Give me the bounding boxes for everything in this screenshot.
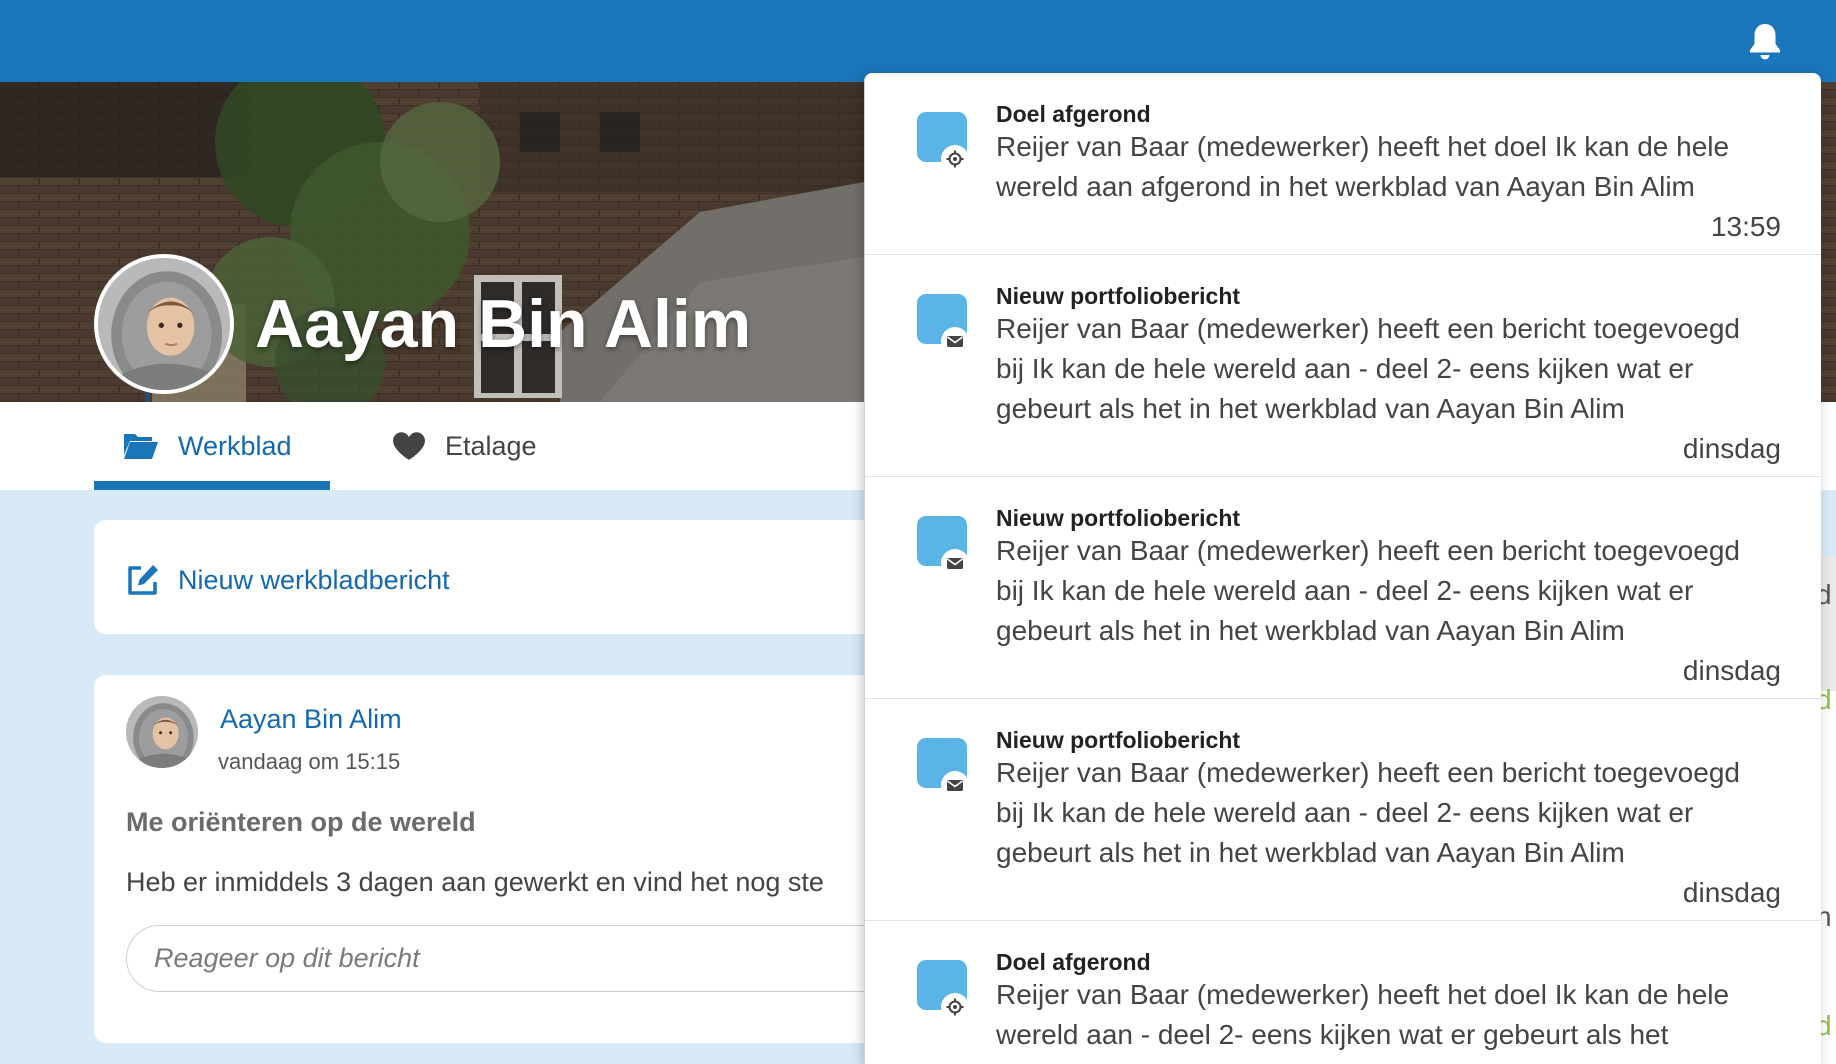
notification-time: dinsdag <box>1682 433 1781 464</box>
post-author-link[interactable]: Aayan Bin Alim <box>220 703 402 735</box>
notification-time: dinsdag <box>1682 877 1781 908</box>
notification-body: Reijer van Baar (medewerker) heeft een b… <box>996 535 1740 646</box>
active-tab-indicator <box>94 481 330 490</box>
notifications-panel: Doel afgerond Reijer van Baar (medewerke… <box>864 73 1821 1064</box>
heart-icon <box>393 432 425 460</box>
notification-title: Doel afgerond <box>996 949 1151 975</box>
tab-label: Etalage <box>445 430 537 461</box>
post-timestamp: vandaag om 15:15 <box>218 749 401 774</box>
notification-time: dinsdag <box>1682 655 1781 686</box>
notification-title: Doel afgerond <box>996 101 1151 127</box>
new-post-label: Nieuw werkbladbericht <box>178 565 450 595</box>
notification-badge <box>941 145 969 173</box>
notification-body: Reijer van Baar (medewerker) heeft een b… <box>996 313 1740 424</box>
notification-icon <box>917 516 969 577</box>
tab-label: Werkblad <box>178 430 292 461</box>
top-bar <box>0 0 1836 82</box>
envelope-icon <box>947 558 963 569</box>
target-icon <box>946 998 964 1016</box>
notification-item[interactable]: Nieuw portfoliobericht Reijer van Baar (… <box>865 255 1821 477</box>
notification-body: Reijer van Baar (medewerker) heeft het d… <box>996 131 1730 202</box>
post-body: Heb er inmiddels 3 dagen aan gewerkt en … <box>126 867 824 897</box>
notification-item[interactable]: Doel afgerond Reijer van Baar (medewerke… <box>865 921 1821 1064</box>
notification-time: 13:59 <box>1710 211 1781 242</box>
notification-title: Nieuw portfoliobericht <box>996 283 1241 309</box>
tab-etalage[interactable]: Etalage <box>392 402 592 490</box>
notification-badge <box>941 327 969 355</box>
notification-badge <box>941 993 969 1021</box>
envelope-icon <box>947 780 963 791</box>
target-icon <box>946 150 964 168</box>
notification-icon <box>917 738 969 799</box>
notification-body: Reijer van Baar (medewerker) heeft een b… <box>996 757 1740 868</box>
notification-title: Nieuw portfoliobericht <box>996 505 1241 531</box>
avatar <box>126 696 198 768</box>
notification-item[interactable]: Nieuw portfoliobericht Reijer van Baar (… <box>865 477 1821 699</box>
notification-item[interactable]: Doel afgerond Reijer van Baar (medewerke… <box>865 73 1821 255</box>
folder-open-icon <box>124 434 158 459</box>
tab-werkblad[interactable]: Werkblad <box>94 402 330 490</box>
bell-icon[interactable] <box>1747 22 1783 62</box>
edit-icon <box>128 565 158 595</box>
notification-icon <box>917 112 969 173</box>
notification-item[interactable]: Nieuw portfoliobericht Reijer van Baar (… <box>865 699 1821 921</box>
notification-badge <box>941 549 969 577</box>
notification-title: Nieuw portfoliobericht <box>996 727 1241 753</box>
notification-badge <box>941 771 969 799</box>
notification-body: Reijer van Baar (medewerker) heeft het d… <box>996 979 1730 1064</box>
envelope-icon <box>947 336 963 347</box>
profile-avatar <box>94 254 234 394</box>
profile-name: Aayan Bin Alim <box>255 286 752 362</box>
notification-icon <box>917 294 969 355</box>
post-title: Me oriënteren op de wereld <box>126 807 476 837</box>
notification-icon <box>917 960 969 1021</box>
